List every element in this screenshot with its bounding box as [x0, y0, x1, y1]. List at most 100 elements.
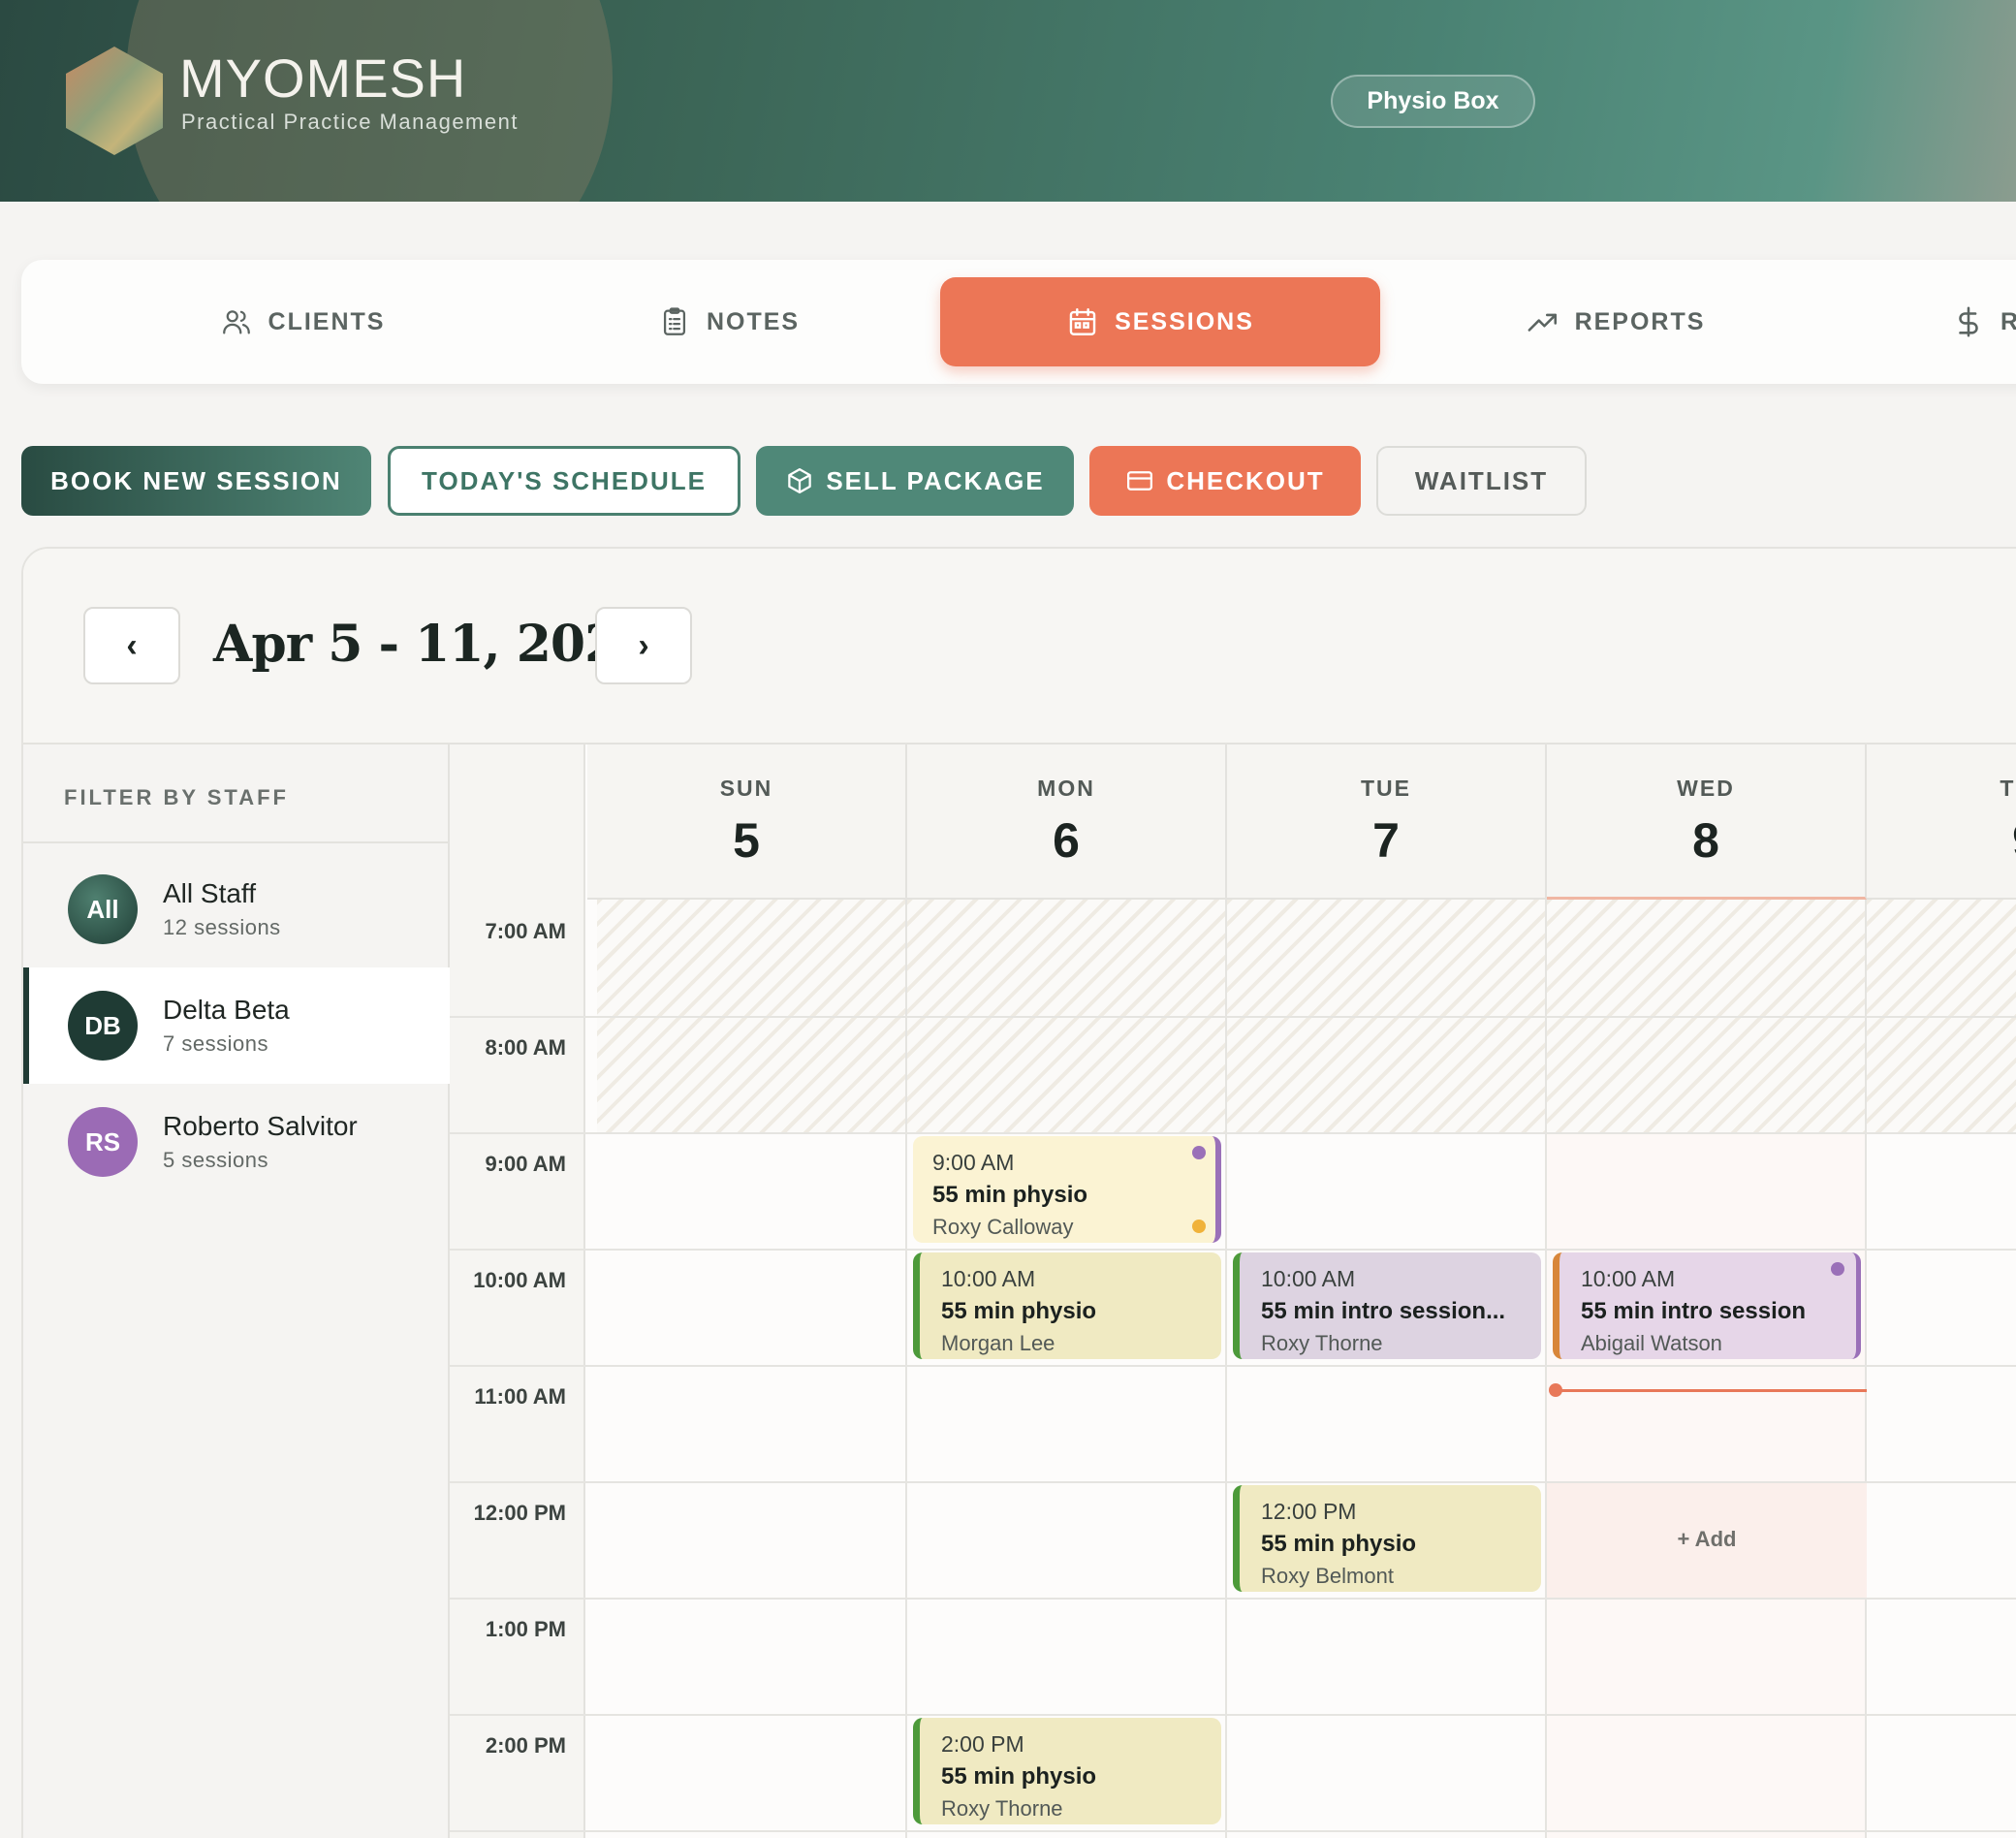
next-week-button[interactable]: › — [595, 607, 692, 684]
trending-up-icon — [1528, 313, 1557, 332]
event-title: 55 min physio — [932, 1182, 1088, 1208]
event-time: 9:00 AM — [932, 1150, 1015, 1175]
status-dot — [1192, 1220, 1206, 1233]
event-title: 55 min intro session — [1581, 1298, 1807, 1324]
day-column-wed[interactable] — [1547, 900, 1867, 1838]
app-header: MYOMESH Practical Practice Management Ph… — [0, 0, 2016, 202]
session-event[interactable]: 10:00 AM 55 min physio Morgan Lee — [913, 1252, 1221, 1359]
nav-clients[interactable]: CLIENTS — [157, 277, 448, 366]
credit-card-icon — [1127, 471, 1153, 491]
session-event[interactable]: 10:00 AM 55 min intro session... Roxy Th… — [1233, 1252, 1541, 1359]
hour-line — [450, 1249, 2016, 1251]
practice-selector[interactable]: Physio Box — [1331, 75, 1535, 128]
filter-title: FILTER BY STAFF — [64, 785, 289, 809]
staff-name: Delta Beta — [163, 995, 290, 1025]
time-label: 10:00 AM — [473, 1268, 566, 1292]
time-label: 8:00 AM — [485, 1035, 566, 1060]
hour-line — [450, 1598, 2016, 1600]
day-number: 8 — [1692, 813, 1719, 868]
avatar: DB — [68, 991, 138, 1061]
day-number: 5 — [733, 813, 760, 868]
day-header-wed: WED 8 — [1547, 745, 1867, 900]
staff-filter-all[interactable]: All All Staff 12 sessions — [23, 851, 450, 967]
book-new-session-button[interactable]: BOOK NEW SESSION — [21, 446, 371, 516]
day-number: 6 — [1053, 813, 1080, 868]
day-column-tue[interactable] — [1227, 900, 1547, 1838]
todays-schedule-button[interactable]: TODAY'S SCHEDULE — [388, 446, 740, 516]
waitlist-button[interactable]: WAITLIST — [1376, 446, 1587, 516]
event-time: 12:00 PM — [1261, 1499, 1357, 1524]
package-icon — [788, 468, 812, 493]
staff-filter-sidebar: FILTER BY STAFF All All Staff 12 session… — [23, 745, 450, 1838]
clipboard-icon — [663, 307, 685, 335]
brand-name: MYOMESH — [179, 48, 467, 109]
event-time: 10:00 AM — [1581, 1266, 1676, 1291]
status-dot — [1192, 1146, 1206, 1159]
session-event[interactable]: 10:00 AM 55 min intro session Abigail Wa… — [1553, 1252, 1861, 1359]
staff-filter-roberto-salvitor[interactable]: RS Roberto Salvitor 5 sessions — [23, 1084, 450, 1200]
day-name: MON — [1037, 776, 1095, 801]
hour-line — [450, 1365, 2016, 1367]
staff-filter-delta-beta[interactable]: DB Delta Beta 7 sessions — [23, 967, 450, 1084]
week-grid: SUN 5 MON 6 TUE 7 WED 8 THU 9 — [450, 745, 2016, 1838]
calendar-icon — [1069, 308, 1096, 335]
nav-billing-label: R — [2000, 307, 2016, 335]
sell-package-label: SELL PACKAGE — [826, 465, 1045, 495]
add-session-slot[interactable]: + Add — [1547, 1527, 1867, 1552]
staff-session-count: 5 sessions — [163, 1148, 268, 1172]
day-name: THU — [2000, 776, 2016, 801]
session-event[interactable]: 12:00 PM 55 min physio Roxy Belmont — [1233, 1485, 1541, 1592]
time-label: 11:00 AM — [474, 1384, 566, 1409]
sell-package-button[interactable]: SELL PACKAGE — [756, 446, 1074, 516]
nav-reports[interactable]: REPORTS — [1504, 277, 1727, 366]
event-client: Abigail Watson — [1581, 1331, 1722, 1355]
session-event[interactable]: 2:00 PM 55 min physio Roxy Thorne — [913, 1718, 1221, 1824]
checkout-button[interactable]: CHECKOUT — [1089, 446, 1361, 516]
divider — [23, 841, 450, 843]
event-client: Roxy Thorne — [1261, 1331, 1383, 1355]
day-name: SUN — [719, 776, 773, 801]
nav-notes-label: NOTES — [706, 307, 801, 335]
day-header-mon: MON 6 — [907, 745, 1227, 900]
avatar: All — [68, 874, 138, 944]
day-name: TUE — [1361, 776, 1411, 801]
day-column-mon[interactable] — [907, 900, 1227, 1838]
event-time: 10:00 AM — [941, 1266, 1036, 1291]
staff-session-count: 7 sessions — [163, 1031, 268, 1056]
staff-name: Roberto Salvitor — [163, 1111, 358, 1141]
status-dot — [1831, 1262, 1844, 1276]
prev-week-button[interactable]: ‹ — [83, 607, 180, 684]
nav-sessions-label: SESSIONS — [1115, 307, 1254, 335]
nav-notes[interactable]: NOTES — [622, 277, 835, 366]
hour-line — [450, 1132, 2016, 1134]
event-title: 55 min physio — [941, 1763, 1097, 1790]
event-client: Morgan Lee — [941, 1331, 1055, 1355]
staff-name: All Staff — [163, 878, 256, 908]
day-name: WED — [1677, 776, 1735, 801]
event-title: 55 min physio — [1261, 1531, 1417, 1557]
hour-line — [450, 1830, 2016, 1832]
checkout-label: CHECKOUT — [1166, 465, 1325, 495]
day-header-sun: SUN 5 — [587, 745, 907, 900]
hour-line — [450, 1016, 2016, 1018]
day-header-thu: THU 9 — [1867, 745, 2016, 900]
day-header-tue: TUE 7 — [1227, 745, 1547, 900]
nav-billing[interactable]: R — [1952, 277, 2016, 366]
time-label: 12:00 PM — [473, 1501, 566, 1525]
day-column-sun[interactable] — [597, 900, 907, 1838]
users-icon — [222, 310, 250, 334]
event-client: Roxy Calloway — [932, 1215, 1074, 1239]
nav-sessions[interactable]: SESSIONS — [940, 277, 1380, 366]
dollar-icon — [1959, 306, 1978, 337]
time-label: 2:00 PM — [485, 1733, 566, 1758]
event-client: Roxy Thorne — [941, 1796, 1063, 1821]
event-title: 55 min physio — [941, 1298, 1097, 1324]
brand-tagline: Practical Practice Management — [181, 110, 519, 134]
event-client: Roxy Belmont — [1261, 1564, 1394, 1588]
time-label: 1:00 PM — [485, 1617, 566, 1641]
day-number: 7 — [1372, 813, 1400, 868]
event-time: 10:00 AM — [1261, 1266, 1356, 1291]
time-label: 7:00 AM — [485, 919, 566, 943]
session-event[interactable]: 9:00 AM 55 min physio Roxy Calloway — [913, 1136, 1221, 1243]
day-column-thu[interactable] — [1867, 900, 2016, 1838]
